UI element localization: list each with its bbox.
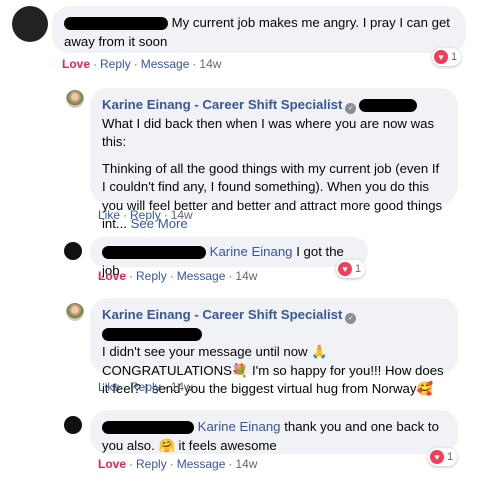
reply-header: Karine Einang - Career Shift Specialist ✓ [102,306,446,343]
message-button[interactable]: Message [141,57,190,71]
comment-bubble: My current job makes me angry. I pray I … [52,6,466,53]
commenter-avatar[interactable] [64,242,82,260]
reply-bubble: Karine Einang - Career Shift Specialist ✓… [90,298,458,396]
reply-actions: Love · Reply · Message · 14w [98,269,258,283]
author-avatar[interactable] [66,303,84,321]
redacted-author-name [102,246,206,260]
message-button[interactable]: Message [177,269,226,283]
redacted-author-name [102,421,194,435]
reply-actions: Love · Reply · Message · 14w [98,457,258,471]
reply-button[interactable]: Reply [130,380,161,394]
love-button[interactable]: Love [98,457,126,471]
redacted-name [102,327,202,341]
mention-tag[interactable]: Karine Einang [198,419,281,434]
reply-lead-text: What I did back then when I was where yo… [102,115,435,150]
commenter-avatar[interactable] [64,416,82,434]
reply-actions: Like · Reply · 14w [98,380,193,394]
reply-button[interactable]: Reply [130,208,161,222]
reply-button[interactable]: Reply [136,457,167,471]
comment-actions: Love · Reply · Message · 14w [62,57,222,71]
redacted-name [359,99,418,113]
reaction-count[interactable]: ♥ 1 [428,448,458,466]
like-button[interactable]: Like [98,208,120,222]
reply-bubble: Karine Einang thank you and one back to … [90,410,458,454]
reply-actions: Like · Reply · 14w [98,208,193,222]
reply-button[interactable]: Reply [100,57,131,71]
reply-body: Thinking of all the good things with my … [102,160,446,234]
reply-bubble: Karine Einang - Career Shift Specialist ✓… [90,88,458,231]
timestamp[interactable]: 14w [235,457,257,471]
like-button[interactable]: Like [98,380,120,394]
message-button[interactable]: Message [177,457,226,471]
author-name[interactable]: Karine Einang - Career Shift Specialist [102,97,342,112]
mention-tag[interactable]: Karine Einang [210,244,293,259]
redacted-author-name [64,17,168,31]
reply-header: Karine Einang - Career Shift Specialist ✓… [102,96,446,152]
timestamp[interactable]: 14w [171,380,193,394]
timestamp[interactable]: 14w [171,208,193,222]
heart-icon: ♥ [338,262,352,276]
commenter-avatar[interactable] [12,6,48,42]
author-avatar[interactable] [66,90,84,108]
reaction-count[interactable]: ♥ 1 [336,260,366,278]
verified-badge-icon: ✓ [345,103,357,114]
verified-badge-icon: ✓ [345,313,357,324]
author-name[interactable]: Karine Einang - Career Shift Specialist [102,307,342,322]
timestamp[interactable]: 14w [199,57,221,71]
reply-bubble: Karine Einang I got the job [90,237,368,278]
reply-text-line: I didn't see your message until now 🙏 [102,344,328,359]
love-button[interactable]: Love [98,269,126,283]
reply-button[interactable]: Reply [136,269,167,283]
timestamp[interactable]: 14w [235,269,257,283]
heart-icon: ♥ [434,50,448,64]
love-button[interactable]: Love [62,57,90,71]
heart-icon: ♥ [430,450,444,464]
reaction-count[interactable]: ♥ 1 [432,48,462,66]
